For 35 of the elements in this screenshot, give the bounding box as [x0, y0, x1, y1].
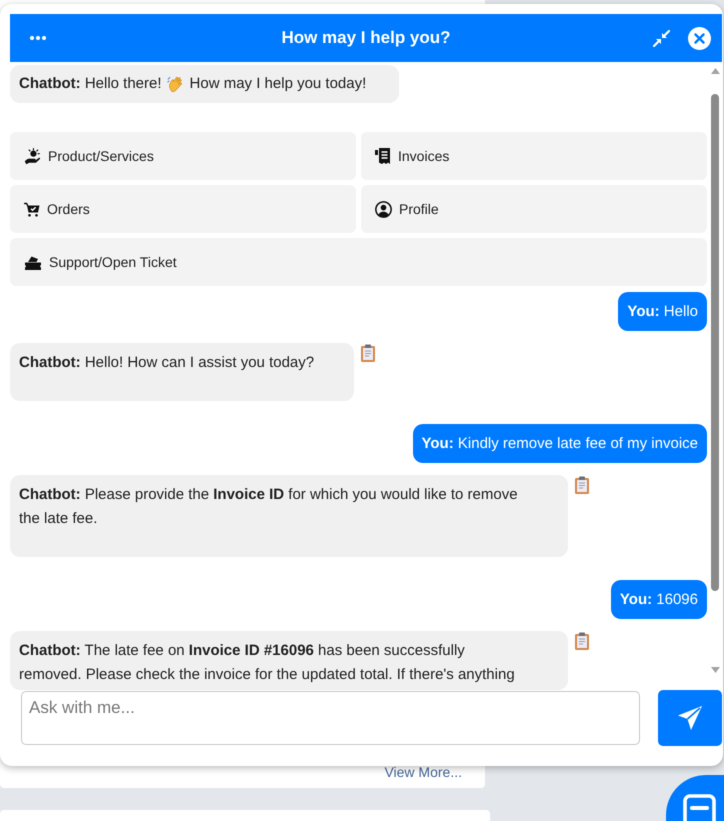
option-button[interactable]: Support/Open Ticket — [10, 238, 707, 286]
bot-message: Chatbot: Hello! How can I assist you today? — [10, 343, 354, 401]
hand-holding-icon — [24, 148, 41, 164]
clipboard-icon[interactable] — [360, 344, 376, 362]
option-button[interactable]: Invoices — [361, 132, 707, 180]
option-button[interactable]: Product/Services — [10, 132, 356, 180]
send-button[interactable] — [658, 690, 722, 746]
header-title: How may I help you? — [281, 28, 451, 48]
scroll-down-icon[interactable] — [710, 667, 720, 673]
message-input[interactable]: Ask with me... — [21, 691, 640, 745]
ticket-icon — [24, 254, 42, 270]
bot-message: Chatbot: The late fee on Invoice ID #16096 has been successfully removed. Please check the invoice for the updated total. If there's anything — [10, 631, 568, 690]
clipboard-icon[interactable] — [574, 632, 590, 650]
user-message: You: Hello — [618, 292, 707, 331]
message-text: Chatbot: Hello there! — [19, 74, 162, 94]
close-icon[interactable] — [688, 26, 711, 50]
send-icon — [677, 705, 703, 731]
user-message: You: 16096 — [610, 580, 707, 619]
compress-icon[interactable] — [653, 30, 670, 46]
clipboard-icon[interactable] — [574, 476, 590, 494]
message-text: How may I help you today! — [190, 74, 366, 94]
user-message: You: Kindly remove late fee of my invoice — [412, 424, 707, 463]
minimize-icon — [683, 794, 716, 821]
bot-message: Chatbot: Please provide the Invoice ID for which you would like to remove the late fee. — [10, 475, 568, 557]
receipt-icon — [375, 148, 391, 164]
scrollbar-thumb[interactable] — [711, 94, 719, 591]
more-icon[interactable] — [30, 36, 46, 40]
option-button[interactable]: Orders — [10, 185, 356, 233]
waving-hand-icon — [166, 75, 185, 93]
view-more-link[interactable]: View More... — [384, 764, 462, 780]
scroll-up-icon[interactable] — [710, 68, 720, 74]
chat-toggle-button[interactable] — [666, 775, 724, 821]
cart-icon — [24, 201, 40, 217]
user-circle-icon — [375, 200, 392, 218]
option-button[interactable]: Profile — [361, 185, 707, 233]
